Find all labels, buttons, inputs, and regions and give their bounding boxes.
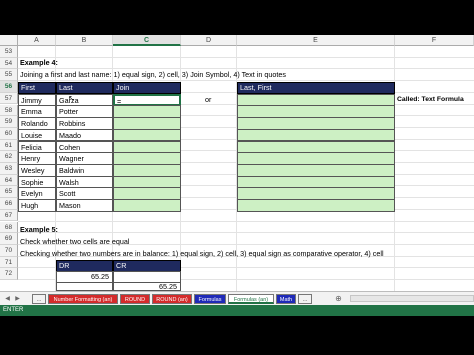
row-header[interactable]: 64 xyxy=(0,174,18,187)
column-header-e[interactable]: E xyxy=(237,35,395,46)
row-gridline xyxy=(18,56,474,58)
or-label: or xyxy=(205,95,212,104)
row-header[interactable]: 63 xyxy=(0,163,18,175)
last-name-cell[interactable]: Mason xyxy=(56,199,113,212)
last-first-cell[interactable] xyxy=(237,199,395,212)
header-last-first[interactable]: Last, First xyxy=(237,82,395,94)
sheet-tab[interactable]: ROUND xyxy=(120,294,150,304)
column-header-d[interactable]: D xyxy=(181,35,237,46)
column-header-c[interactable]: C xyxy=(113,35,181,46)
sheet-tab[interactable]: Number Formatting (an) xyxy=(48,294,118,304)
column-header-b[interactable]: B xyxy=(56,35,113,46)
example5-title: Example 5: xyxy=(20,225,58,234)
sheet-tab[interactable]: Math xyxy=(276,294,296,304)
first-name-cell[interactable]: Hugh xyxy=(18,199,56,212)
row-header[interactable]: 72 xyxy=(0,268,18,280)
cr-value-cell[interactable]: 65.25 xyxy=(113,282,181,291)
row-header[interactable]: 65 xyxy=(0,186,18,199)
status-bar: ENTER xyxy=(0,305,474,316)
row-header[interactable]: 57 xyxy=(0,92,18,105)
excel-window: A B C D E F 53 54 55 56 57 58 59 60 61 62 63 64 65 66… xyxy=(0,0,474,355)
row-header[interactable]: 56 xyxy=(0,81,18,93)
row-gridline xyxy=(18,232,474,234)
select-all-corner[interactable] xyxy=(0,35,18,46)
example5-line2: Checking whether two numbers are in bala… xyxy=(20,249,384,258)
row-header[interactable]: 55 xyxy=(0,69,18,82)
row-header[interactable]: 62 xyxy=(0,151,18,163)
header-first[interactable]: First xyxy=(18,82,56,94)
row-header[interactable]: 53 xyxy=(0,46,18,58)
row-header[interactable]: 60 xyxy=(0,127,18,140)
example4-title: Example 4: xyxy=(20,58,58,67)
sheet-tab[interactable]: Formulas xyxy=(194,294,226,304)
sheet-tab[interactable]: ROUND (an) xyxy=(152,294,192,304)
sheet-tab[interactable]: ... xyxy=(32,294,46,304)
row-header[interactable]: 70 xyxy=(0,244,18,257)
row-header[interactable]: 54 xyxy=(0,57,18,70)
add-sheet-icon[interactable]: ⊕ xyxy=(334,294,343,304)
row-header[interactable]: 59 xyxy=(0,116,18,128)
column-header-a[interactable]: A xyxy=(18,35,56,46)
sheet-tab[interactable]: ... xyxy=(298,294,312,304)
row-gridline xyxy=(18,220,474,222)
horizontal-scrollbar[interactable] xyxy=(350,295,474,302)
example5-line1: Check whether two cells are equal xyxy=(20,237,130,246)
row-header[interactable]: 66 xyxy=(0,198,18,210)
row-header[interactable]: 61 xyxy=(0,139,18,152)
row-header[interactable]: 58 xyxy=(0,104,18,117)
row-header[interactable]: 67 xyxy=(0,209,18,222)
dr-blank-cell[interactable] xyxy=(56,282,113,291)
tab-scroll-right-icon[interactable]: ▶ xyxy=(13,294,22,304)
called-label: Called: Text Formula xyxy=(397,96,464,103)
row-header[interactable]: 68 xyxy=(0,221,18,234)
header-last[interactable]: Last xyxy=(56,82,113,94)
mouse-cursor-icon: ↖ xyxy=(68,94,75,103)
tab-scroll-left-icon[interactable]: ◀ xyxy=(3,294,12,304)
join-cell[interactable] xyxy=(113,199,181,212)
row-header[interactable]: 71 xyxy=(0,256,18,269)
row-header[interactable]: 69 xyxy=(0,233,18,245)
sheet-tab[interactable]: Formulas (an) xyxy=(228,294,274,304)
header-join[interactable]: Join xyxy=(113,82,181,94)
example4-description: Joining a first and last name: 1) equal … xyxy=(20,70,286,79)
column-header-f[interactable]: F xyxy=(395,35,474,46)
